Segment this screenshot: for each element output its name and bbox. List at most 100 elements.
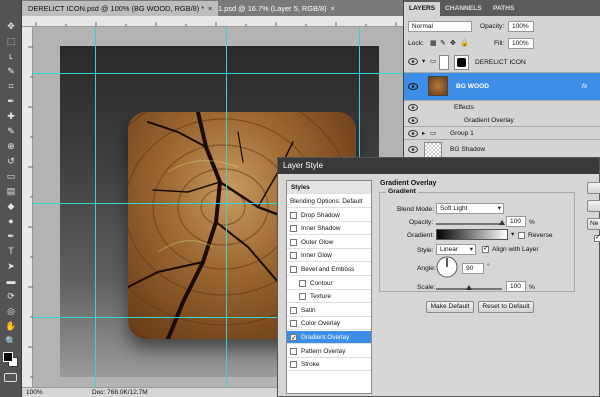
move-icon[interactable]: ✥	[3, 20, 19, 33]
chevron-down-icon[interactable]: ▾	[511, 230, 514, 238]
horizontal-ruler[interactable]	[22, 16, 403, 27]
blur-icon[interactable]: ◆	[3, 200, 19, 213]
eraser-icon[interactable]: ▭	[3, 170, 19, 183]
tab-layers[interactable]: LAYERS	[404, 2, 441, 16]
angle-input[interactable]: 90	[462, 263, 484, 274]
layer-fill-input[interactable]: 100%	[508, 38, 534, 49]
layer-effect-gradient-overlay[interactable]: Gradient Overlay	[404, 114, 600, 127]
type-icon[interactable]: T	[3, 245, 19, 258]
close-icon[interactable]: ×	[331, 6, 335, 13]
expand-arrow-icon[interactable]: ▾	[422, 58, 425, 66]
style-checkbox[interactable]	[299, 279, 306, 287]
reset-to-default-button[interactable]: Reset to Default	[478, 301, 534, 313]
layer-blend-mode-select[interactable]: Normal	[408, 21, 472, 32]
cancel-button[interactable]	[587, 200, 600, 212]
hand-icon[interactable]: ✋	[3, 320, 19, 333]
style-item-contour[interactable]: Contour	[287, 277, 371, 290]
shape-icon[interactable]: ▬	[3, 275, 19, 288]
ok-button[interactable]	[587, 182, 600, 194]
style-checkbox[interactable]	[299, 293, 306, 301]
layer-row-derelict-icon[interactable]: ▾ ▭ DERELICT ICON	[404, 52, 600, 73]
eyedropper-icon[interactable]: ✒	[3, 95, 19, 108]
style-checkbox[interactable]	[290, 238, 297, 246]
style-select[interactable]: Linear ▾	[436, 244, 476, 255]
style-item-pattern-overlay[interactable]: Pattern Overlay	[287, 345, 371, 358]
history-brush-icon[interactable]: ↺	[3, 155, 19, 168]
path-select-icon[interactable]: ➤	[3, 260, 19, 273]
clone-stamp-icon[interactable]: ⊕	[3, 140, 19, 153]
quick-mask-icon[interactable]	[4, 373, 17, 382]
gradient-picker[interactable]	[436, 229, 508, 240]
style-checkbox[interactable]	[290, 320, 297, 328]
eye-icon[interactable]	[408, 130, 418, 137]
opacity-slider[interactable]	[436, 223, 502, 225]
angle-dial[interactable]	[436, 256, 458, 278]
style-item-inner-shadow[interactable]: Inner Shadow	[287, 222, 371, 236]
guide-vertical[interactable]	[226, 27, 227, 387]
eye-icon[interactable]	[408, 117, 418, 124]
scale-slider-knob[interactable]	[466, 285, 472, 290]
opacity-input[interactable]: 100	[506, 216, 526, 227]
style-item-gradient-overlay[interactable]: Gradient Overlay	[287, 331, 371, 345]
lasso-icon[interactable]: ʟ	[3, 50, 19, 63]
zoom-icon[interactable]: 🔍	[3, 335, 19, 348]
blend-mode-select[interactable]: Soft Light ▾	[436, 203, 504, 214]
style-checkbox[interactable]	[290, 306, 297, 314]
style-item-drop-shadow[interactable]: Drop Shadow	[287, 209, 371, 222]
styles-header[interactable]: Styles	[287, 181, 371, 194]
style-item-stroke[interactable]: Stroke	[287, 358, 371, 372]
style-item-outer-glow[interactable]: Outer Glow	[287, 236, 371, 249]
style-item-satin[interactable]: Satin	[287, 304, 371, 317]
gradient-icon[interactable]: ▤	[3, 185, 19, 198]
lock-pixels-icon[interactable]: ✎	[440, 39, 446, 47]
guide-vertical[interactable]	[95, 27, 96, 387]
document-tab-1psd[interactable]: 1.psd @ 16.7% (Layer 5, RGB/8) ×	[212, 1, 341, 16]
style-item-bevel-and-emboss[interactable]: Bevel and Emboss	[287, 263, 371, 276]
style-checkbox[interactable]	[290, 266, 297, 273]
lock-all-icon[interactable]: 🔒	[460, 39, 469, 47]
style-checkbox[interactable]	[290, 361, 297, 369]
preview-checkbox[interactable]	[594, 233, 600, 242]
lock-position-icon[interactable]: ✥	[450, 39, 456, 47]
tab-paths[interactable]: PATHS	[488, 2, 519, 16]
layer-effects-row[interactable]: Effects	[404, 101, 600, 114]
style-checkbox[interactable]	[290, 252, 297, 260]
style-item-texture[interactable]: Texture	[287, 290, 371, 304]
reverse-checkbox[interactable]	[518, 232, 525, 239]
eye-icon[interactable]	[408, 83, 418, 90]
style-item-color-overlay[interactable]: Color Overlay	[287, 317, 371, 331]
pen-icon[interactable]: ✒	[3, 230, 19, 243]
style-item-inner-glow[interactable]: Inner Glow	[287, 249, 371, 263]
layer-row-bg-wood[interactable]: BG WOOD fx	[404, 73, 600, 101]
zoom-level[interactable]: 100%	[26, 388, 43, 397]
3d-orbit-icon[interactable]: ◎	[3, 305, 19, 318]
dodge-icon[interactable]: ●	[3, 215, 19, 228]
guide-horizontal[interactable]	[33, 73, 403, 74]
style-item-blending-options-default[interactable]: Blending Options: Default	[287, 195, 371, 208]
eye-icon[interactable]	[408, 146, 418, 153]
tab-channels[interactable]: CHANNELS	[440, 2, 487, 16]
style-checkbox[interactable]	[290, 211, 297, 219]
new-style-button[interactable]: Ne	[587, 218, 600, 230]
vertical-ruler[interactable]	[22, 27, 33, 387]
make-default-button[interactable]: Make Default	[426, 301, 474, 313]
eye-icon[interactable]	[408, 104, 418, 111]
style-checkbox[interactable]	[290, 225, 297, 233]
align-with-layer-checkbox[interactable]	[482, 244, 489, 253]
marquee-icon[interactable]: ⬚	[3, 35, 19, 48]
document-tab-derelict[interactable]: DERELICT ICON.psd @ 100% (BG WOOD, RGB/8…	[22, 1, 219, 16]
opacity-slider-knob[interactable]	[499, 220, 505, 225]
style-checkbox[interactable]	[290, 347, 297, 355]
layer-row-group1[interactable]: ▸ ▭ Group 1	[404, 127, 600, 140]
layer-opacity-input[interactable]: 100%	[508, 21, 534, 32]
quick-select-icon[interactable]: ✎	[3, 65, 19, 78]
style-checkbox[interactable]	[290, 332, 297, 345]
foreground-color-swatch[interactable]	[3, 352, 13, 362]
crop-icon[interactable]: ⌗	[3, 80, 19, 93]
3d-rotate-icon[interactable]: ⟳	[3, 290, 19, 303]
brush-icon[interactable]: ✎	[3, 125, 19, 138]
lock-transparency-icon[interactable]: ▦	[430, 39, 437, 47]
eye-icon[interactable]	[408, 58, 418, 65]
fx-icon[interactable]: fx	[582, 83, 587, 91]
spot-heal-icon[interactable]: ✚	[3, 110, 19, 123]
